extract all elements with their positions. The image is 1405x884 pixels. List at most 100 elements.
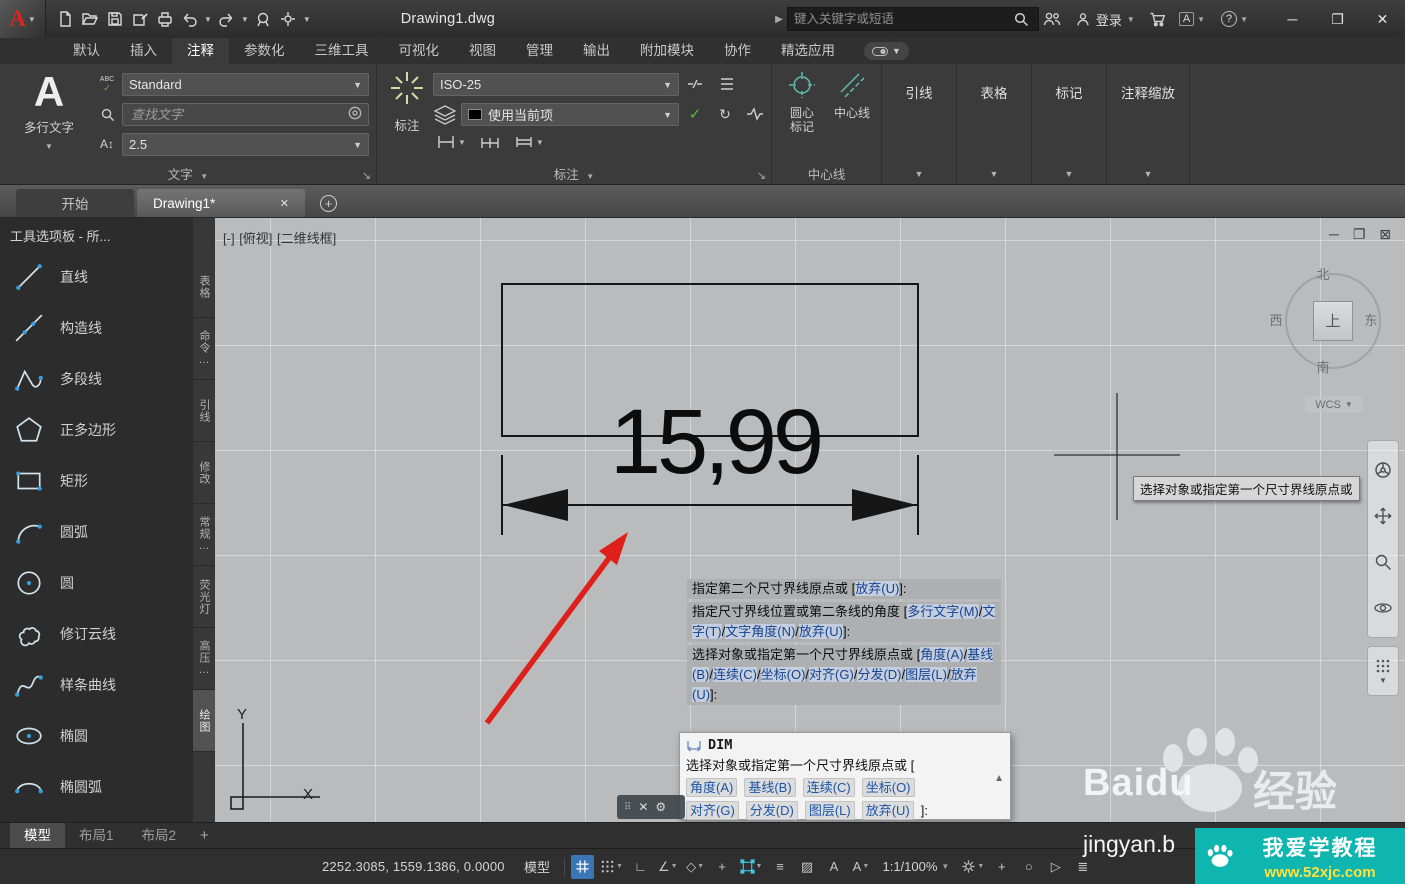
- ribbon-tab-9[interactable]: 输出: [568, 38, 625, 64]
- prompt-keyword[interactable]: 对齐(G): [809, 667, 854, 682]
- palette-group-tab-3[interactable]: 引线: [193, 380, 215, 442]
- layout-tab-2[interactable]: 布局1: [65, 823, 128, 849]
- find-text-icon[interactable]: [96, 103, 118, 125]
- graphics-performance-icon[interactable]: ▷: [1044, 855, 1067, 879]
- ribbon-tab-6[interactable]: 可视化: [384, 38, 455, 64]
- palette-group-tab-4[interactable]: 修改: [193, 442, 215, 504]
- viewport-menu-control[interactable]: [-]: [223, 231, 235, 246]
- palette-group-tab-5[interactable]: 常规…: [193, 504, 215, 566]
- customize-icon[interactable]: ≣: [1071, 855, 1094, 879]
- close-button[interactable]: ✕: [1360, 0, 1405, 38]
- drawing-restore-icon[interactable]: ❐: [1353, 226, 1366, 242]
- find-text-box[interactable]: [122, 103, 369, 126]
- prompt-keyword[interactable]: 坐标(O): [761, 667, 806, 682]
- chevron-down-icon[interactable]: ▼: [241, 15, 249, 24]
- palette-title[interactable]: 工具选项板 - 所...: [0, 218, 193, 251]
- prompt-keyword[interactable]: 文字角度(N): [725, 624, 795, 639]
- palette-group-tab-8[interactable]: 绘图: [193, 690, 215, 752]
- prompt-keyword[interactable]: 分发(D): [857, 667, 901, 682]
- prompt-keyword[interactable]: 放弃(U): [855, 581, 899, 596]
- close-tab-icon[interactable]: ✕: [280, 197, 289, 210]
- prompt-keyword[interactable]: 图层(L): [905, 667, 947, 682]
- viewcube[interactable]: 北 西 东 南 上 WCS ▼: [1265, 258, 1405, 418]
- dialog-launcher-icon[interactable]: ↘: [757, 169, 766, 182]
- close-command-line-icon[interactable]: ✕: [638, 800, 648, 814]
- new-file-icon[interactable]: [52, 6, 77, 32]
- orbit-icon[interactable]: [1372, 597, 1394, 619]
- command-option[interactable]: 基线(B): [744, 778, 795, 797]
- continue-dimension-button[interactable]: ▼: [511, 133, 547, 151]
- palette-group-tab-2[interactable]: 命令…: [193, 318, 215, 380]
- collapse-icon[interactable]: ▲: [994, 773, 1004, 784]
- chevron-down-icon[interactable]: ▼: [204, 15, 212, 24]
- save-icon[interactable]: [102, 6, 127, 32]
- wcs-menu[interactable]: WCS ▼: [1305, 396, 1363, 413]
- ribbon-tab-12[interactable]: 精选应用: [766, 38, 850, 64]
- ribbon-tab-7[interactable]: 视图: [454, 38, 511, 64]
- mtext-button[interactable]: A 多行文字 ▼: [16, 69, 82, 154]
- dialog-launcher-icon[interactable]: ↘: [362, 169, 371, 182]
- palette-tool-10[interactable]: 椭圆: [0, 710, 193, 761]
- chevron-down-icon[interactable]: ▼: [1032, 169, 1106, 179]
- ribbon-tab-10[interactable]: 附加模块: [625, 38, 709, 64]
- ortho-icon[interactable]: ∟: [629, 855, 652, 879]
- command-option[interactable]: 坐标(O): [862, 778, 915, 797]
- ribbon-tab-3[interactable]: 注释: [172, 38, 229, 64]
- viewport-view-control[interactable]: [俯视]: [239, 231, 272, 246]
- new-layout-button[interactable]: +: [200, 827, 209, 844]
- palette-tool-2[interactable]: 构造线: [0, 302, 193, 353]
- polar-tracking-icon[interactable]: ∠▼: [656, 855, 680, 879]
- text-height-select[interactable]: 2.5 ▼: [122, 133, 369, 156]
- minimize-button[interactable]: ─: [1270, 0, 1315, 38]
- annotation-scale-button[interactable]: 1:1/100% ▼: [882, 859, 949, 874]
- drafting-settings-icon[interactable]: [251, 6, 276, 32]
- find-icon[interactable]: [348, 106, 362, 123]
- community-icon[interactable]: [1039, 6, 1065, 32]
- viewcube-east[interactable]: 东: [1361, 310, 1381, 329]
- command-line-grip[interactable]: ⠿ ✕ ⚙: [617, 795, 685, 819]
- prompt-keyword[interactable]: 角度(A): [920, 647, 963, 662]
- layout-tab-1[interactable]: 模型: [10, 823, 65, 849]
- find-text-input[interactable]: [129, 106, 348, 123]
- center-mark-button[interactable]: 圆心标记: [778, 70, 826, 134]
- panel-title-text[interactable]: 文字 ▼: [0, 164, 376, 183]
- palette-tool-9[interactable]: 样条曲线: [0, 659, 193, 710]
- dimension-style-select[interactable]: ISO-25 ▼: [433, 73, 679, 96]
- command-option[interactable]: 放弃(U): [862, 801, 914, 820]
- qat-customize-icon[interactable]: ▼: [303, 15, 311, 24]
- chevron-down-icon[interactable]: ▼: [1107, 169, 1189, 179]
- dimension-button[interactable]: 标注: [383, 69, 431, 134]
- palette-tool-5[interactable]: 矩形: [0, 455, 193, 506]
- centerline-button[interactable]: 中心线: [828, 70, 876, 120]
- exchange-apps-button[interactable]: A ▼: [1179, 12, 1205, 26]
- sign-in-button[interactable]: 登录 ▼: [1075, 10, 1135, 29]
- dimension-break-icon[interactable]: [683, 72, 707, 96]
- command-option[interactable]: 图层(L): [805, 801, 855, 820]
- panel-title-dimension[interactable]: 标注 ▼: [377, 164, 771, 183]
- palette-tool-11[interactable]: 椭圆弧: [0, 761, 193, 812]
- ribbon-tab-1[interactable]: 默认: [58, 38, 115, 64]
- dimension-update-icon[interactable]: ↻: [713, 102, 737, 126]
- zoom-icon[interactable]: [1372, 551, 1394, 573]
- pan-icon[interactable]: [1372, 505, 1394, 527]
- selection-cycling-icon[interactable]: ▨: [795, 855, 818, 879]
- drawing-canvas[interactable]: [-] [俯视] [二维线框] ─ ❐ ⊠: [215, 218, 1405, 822]
- panel-button[interactable]: 标记: [1032, 82, 1106, 102]
- save-as-icon[interactable]: [127, 6, 152, 32]
- redo-icon[interactable]: [214, 6, 239, 32]
- model-space-button[interactable]: 模型: [524, 857, 550, 876]
- ribbon-tab-8[interactable]: 管理: [511, 38, 568, 64]
- osnap-tracking-icon[interactable]: +: [711, 855, 734, 879]
- search-input[interactable]: [792, 11, 1008, 27]
- osnap-icon[interactable]: ▼: [738, 855, 765, 879]
- plot-icon[interactable]: [152, 6, 177, 32]
- lineweight-icon[interactable]: ≡: [768, 855, 791, 879]
- app-store-cart-icon[interactable]: [1145, 6, 1171, 32]
- prompt-keyword[interactable]: 多行文字(M): [907, 604, 979, 619]
- command-option[interactable]: 对齐(G): [686, 801, 739, 820]
- panel-title-centerline[interactable]: 中心线: [772, 164, 881, 183]
- snap-mode-icon[interactable]: ▼: [598, 855, 625, 879]
- navigation-bar-more[interactable]: ▼: [1367, 646, 1399, 696]
- annotation-visibility-icon[interactable]: A: [822, 855, 845, 879]
- steering-wheel-icon[interactable]: [1372, 459, 1394, 481]
